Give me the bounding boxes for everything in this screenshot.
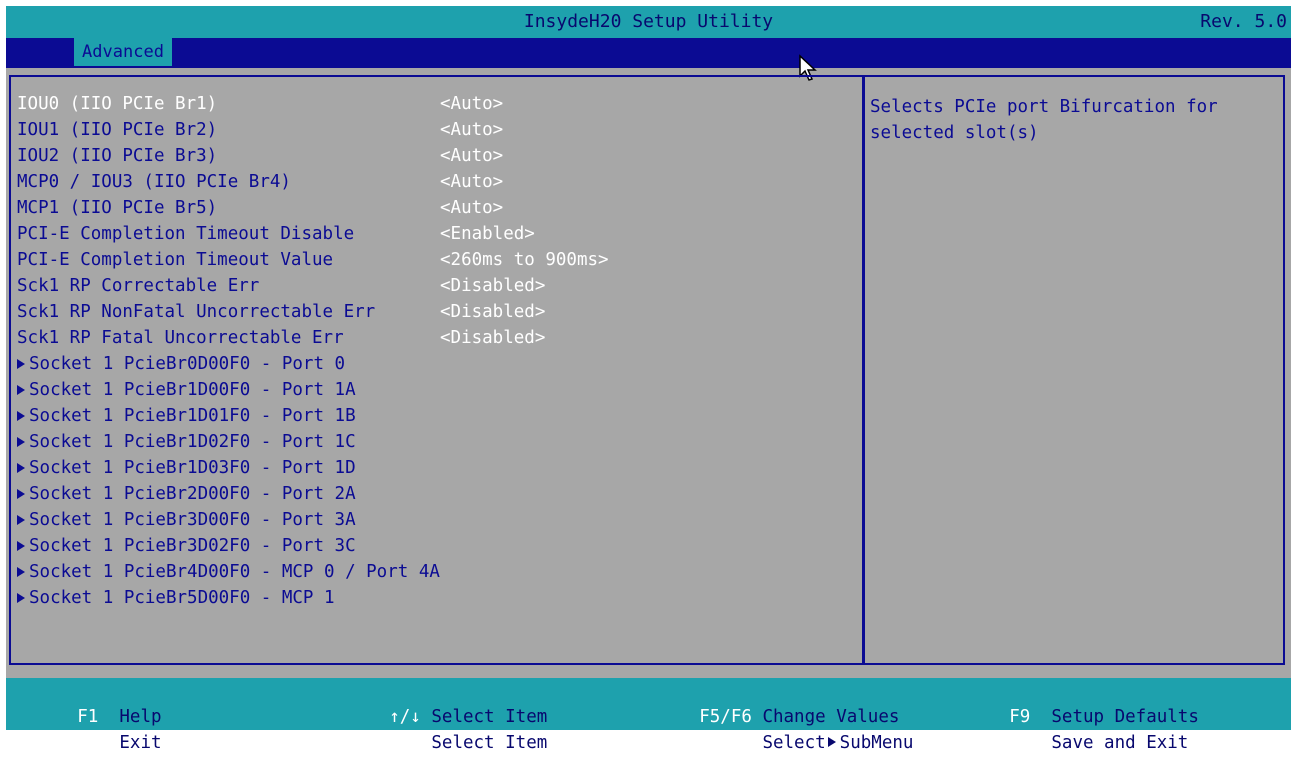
submenu-arrow-icon — [17, 567, 25, 577]
setting-label: MCP1 (IIO PCIe Br5) — [17, 198, 218, 218]
help-panel: Selects PCIe port Bifurcation for select… — [863, 75, 1285, 665]
submenu-label: Socket 1 PcieBr4D00F0 - MCP 0 / Port 4A — [29, 562, 440, 582]
submenu-arrow-icon — [17, 359, 25, 369]
title-bar: InsydeH20 Setup Utility Rev. 5.0 — [6, 6, 1291, 38]
enter-desc-select: Select — [762, 733, 826, 753]
setting-label: IOU2 (IIO PCIe Br3) — [17, 146, 218, 166]
setting-value[interactable]: <Disabled> — [440, 325, 545, 351]
tab-bar: Advanced — [6, 38, 1291, 68]
submenu-label: Socket 1 PcieBr1D00F0 - Port 1A — [29, 380, 356, 400]
setting-row[interactable]: Sck1 RP Correctable Err <Disabled> — [17, 273, 857, 299]
submenu-item[interactable]: Socket 1 PcieBr3D02F0 - Port 3C — [17, 533, 857, 559]
setting-value[interactable]: <Auto> — [440, 143, 503, 169]
key-hint-save-exit: F10 Save and Exit — [946, 704, 1188, 782]
submenu-label: Socket 1 PcieBr2D00F0 - Port 2A — [29, 484, 356, 504]
setting-row[interactable]: MCP0 / IOU3 (IIO PCIe Br4) <Auto> — [17, 169, 857, 195]
window-title: InsydeH20 Setup Utility — [523, 11, 774, 32]
enter-key: Enter — [699, 733, 752, 753]
setting-label: MCP0 / IOU3 (IIO PCIe Br4) — [17, 172, 291, 192]
setting-value[interactable]: <Disabled> — [440, 299, 545, 325]
submenu-label: Socket 1 PcieBr1D02F0 - Port 1C — [29, 432, 356, 452]
submenu-item[interactable]: Socket 1 PcieBr1D00F0 - Port 1A — [17, 377, 857, 403]
settings-panel: IOU0 (IIO PCIe Br1) <Auto> IOU1 (IIO PCIe … — [9, 75, 864, 665]
bios-frame: InsydeH20 Setup Utility Rev. 5.0 Advance… — [6, 6, 1291, 753]
setting-value[interactable]: <Enabled> — [440, 221, 535, 247]
setting-label: PCI-E Completion Timeout Disable — [17, 224, 355, 244]
esc-key: Esc — [77, 733, 109, 753]
setting-label: Sck1 RP Correctable Err — [17, 276, 260, 296]
setting-row[interactable]: IOU0 (IIO PCIe Br1) <Auto> — [17, 91, 857, 117]
enter-desc-submenu: SubMenu — [839, 733, 914, 753]
key-hint-select-item-horizontal: ←/→ Select Item — [326, 704, 547, 782]
setting-row[interactable]: MCP1 (IIO PCIe Br5) <Auto> — [17, 195, 857, 221]
setting-value[interactable]: <Auto> — [440, 91, 503, 117]
submenu-item[interactable]: Socket 1 PcieBr5D00F0 - MCP 1 — [17, 585, 857, 611]
setting-row[interactable]: IOU1 (IIO PCIe Br2) <Auto> — [17, 117, 857, 143]
key-hint-exit: Esc Exit — [14, 704, 162, 782]
key-help-footer: F1 Help Esc Exit ↑/↓ Select Item ←/→ Sel… — [6, 678, 1291, 753]
submenu-item[interactable]: Socket 1 PcieBr1D03F0 - Port 1D — [17, 455, 857, 481]
submenu-label: Socket 1 PcieBr1D03F0 - Port 1D — [29, 458, 356, 478]
submenu-arrow-icon — [17, 489, 25, 499]
submenu-arrow-icon — [17, 411, 25, 421]
submenu-label: Socket 1 PcieBr5D00F0 - MCP 1 — [29, 588, 335, 608]
help-text: Selects PCIe port Bifurcation for select… — [870, 97, 1218, 143]
f10-key: F10 — [1009, 733, 1041, 753]
submenu-label: Socket 1 PcieBr1D01F0 - Port 1B — [29, 406, 356, 426]
setting-label: Sck1 RP Fatal Uncorrectable Err — [17, 328, 344, 348]
setting-value[interactable]: <Auto> — [440, 117, 503, 143]
setting-label: IOU1 (IIO PCIe Br2) — [17, 120, 218, 140]
setting-label: Sck1 RP NonFatal Uncorrectable Err — [17, 302, 376, 322]
submenu-label: Socket 1 PcieBr0D00F0 - Port 0 — [29, 354, 346, 374]
left-right-desc: Select Item — [431, 733, 548, 753]
submenu-arrow-icon — [17, 385, 25, 395]
submenu-label: Socket 1 PcieBr3D00F0 - Port 3A — [29, 510, 356, 530]
setting-value[interactable]: <260ms to 900ms> — [440, 247, 609, 273]
submenu-arrow-icon — [827, 737, 836, 747]
setting-label: IOU0 (IIO PCIe Br1) — [17, 94, 218, 114]
submenu-arrow-icon — [17, 437, 25, 447]
setting-label: PCI-E Completion Timeout Value — [17, 250, 334, 270]
revision-label: Rev. 5.0 — [1200, 11, 1287, 32]
submenu-item[interactable]: Socket 1 PcieBr3D00F0 - Port 3A — [17, 507, 857, 533]
setting-row[interactable]: IOU2 (IIO PCIe Br3) <Auto> — [17, 143, 857, 169]
submenu-item[interactable]: Socket 1 PcieBr1D02F0 - Port 1C — [17, 429, 857, 455]
submenu-label: Socket 1 PcieBr3D02F0 - Port 3C — [29, 536, 356, 556]
submenu-item[interactable]: Socket 1 PcieBr4D00F0 - MCP 0 / Port 4A — [17, 559, 857, 585]
setting-value[interactable]: <Auto> — [440, 195, 503, 221]
key-hint-submenu: Enter Select SubMenu — [636, 704, 913, 782]
submenu-arrow-icon — [17, 541, 25, 551]
submenu-item[interactable]: Socket 1 PcieBr2D00F0 - Port 2A — [17, 481, 857, 507]
setting-row[interactable]: PCI-E Completion Timeout Disable <Enabled… — [17, 221, 857, 247]
left-right-key: ←/→ — [389, 733, 421, 753]
esc-desc: Exit — [119, 733, 162, 753]
setting-value[interactable]: <Auto> — [440, 169, 503, 195]
setting-row[interactable]: Sck1 RP Fatal Uncorrectable Err <Disabled… — [17, 325, 857, 351]
submenu-item[interactable]: Socket 1 PcieBr0D00F0 - Port 0 — [17, 351, 857, 377]
submenu-arrow-icon — [17, 463, 25, 473]
tab-advanced[interactable]: Advanced — [74, 38, 172, 66]
setting-row[interactable]: PCI-E Completion Timeout Value <260ms to … — [17, 247, 857, 273]
submenu-arrow-icon — [17, 593, 25, 603]
submenu-arrow-icon — [17, 515, 25, 525]
f10-desc: Save and Exit — [1051, 733, 1189, 753]
setting-row[interactable]: Sck1 RP NonFatal Uncorrectable Err <Disab… — [17, 299, 857, 325]
submenu-item[interactable]: Socket 1 PcieBr1D01F0 - Port 1B — [17, 403, 857, 429]
setting-value[interactable]: <Disabled> — [440, 273, 545, 299]
